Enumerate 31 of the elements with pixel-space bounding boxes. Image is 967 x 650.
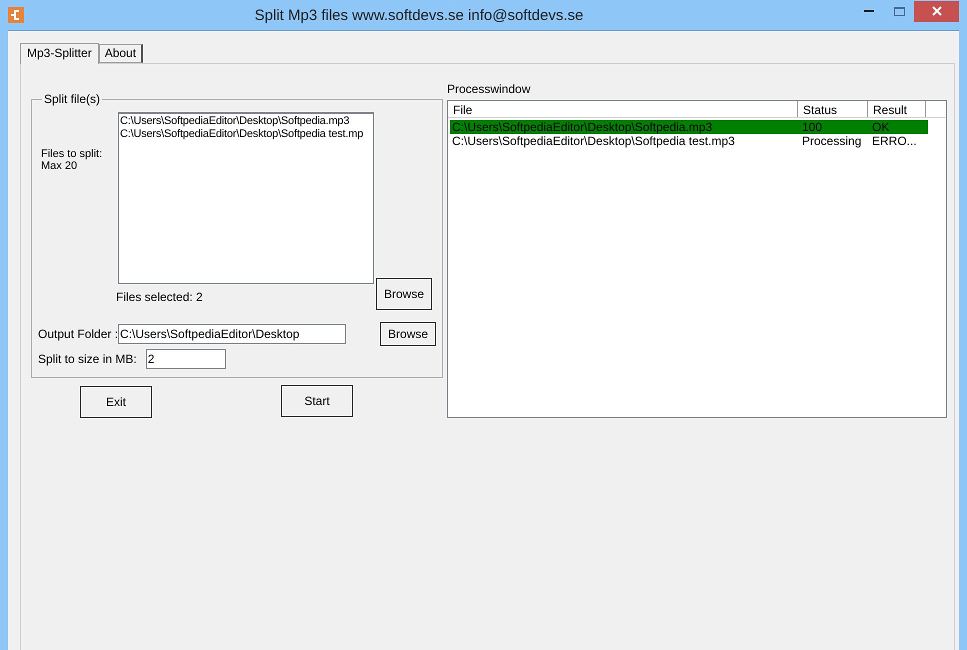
minimize-icon xyxy=(864,10,874,12)
files-label: Files to split: xyxy=(41,148,104,160)
tab[interactable]: About xyxy=(98,44,144,63)
files-selected-label: Files selected: 2 xyxy=(116,290,204,304)
app-icon xyxy=(8,7,24,23)
output-folder-field[interactable]: C:\Users\SoftpediaEditor\Desktop xyxy=(118,324,346,344)
output-folder-label: Output Folder : xyxy=(38,327,118,341)
result-cell-text: OK xyxy=(871,120,890,134)
browse-output-button[interactable]: Browse xyxy=(380,322,436,346)
close-button[interactable] xyxy=(914,0,959,22)
window-title: Split Mp3 files www.softdevs.se info@softdevs.se xyxy=(254,6,584,24)
status-cell-text: Processing xyxy=(801,134,862,148)
maximize-icon xyxy=(894,6,904,16)
tab[interactable]: Mp3-Splitter xyxy=(20,43,99,64)
split-size-field[interactable]: 2 xyxy=(146,349,226,369)
process-window-label: Processwindow xyxy=(447,82,532,96)
exit-button[interactable]: Exit xyxy=(80,386,152,418)
close-icon xyxy=(932,6,942,16)
file-cell-text: C:\Users\SoftpediaEditor\Desktop\Softpedia test.mp3 xyxy=(451,134,736,148)
files-hint: Max 20 xyxy=(41,160,78,172)
file-list[interactable]: C:\Users\SoftpediaEditor\Desktop\Softpedia.mp3 C:\Users\SoftpediaEditor\Desktop\Softpedia test.mp xyxy=(118,112,374,284)
result-cell-text: ERRO... xyxy=(871,134,918,148)
group-title: Split file(s) xyxy=(43,92,102,106)
status-cell-text: 100 xyxy=(801,120,824,134)
split-size-label: Split to size in MB: xyxy=(38,352,137,366)
process-row[interactable]: C:\Users\SoftpediaEditor\Desktop\Softpedia.mp3 100 OK xyxy=(450,120,928,134)
start-button[interactable]: Start xyxy=(281,385,353,417)
file-list-item[interactable]: C:\Users\SoftpediaEditor\Desktop\Softpedia test.mp xyxy=(120,128,372,141)
file-list-item[interactable]: C:\Users\SoftpediaEditor\Desktop\Softpedia.mp3 xyxy=(120,115,372,128)
browse-files-button[interactable]: Browse xyxy=(376,278,432,310)
file-cell-text: C:\Users\SoftpediaEditor\Desktop\Softpedia.mp3 xyxy=(451,120,714,134)
